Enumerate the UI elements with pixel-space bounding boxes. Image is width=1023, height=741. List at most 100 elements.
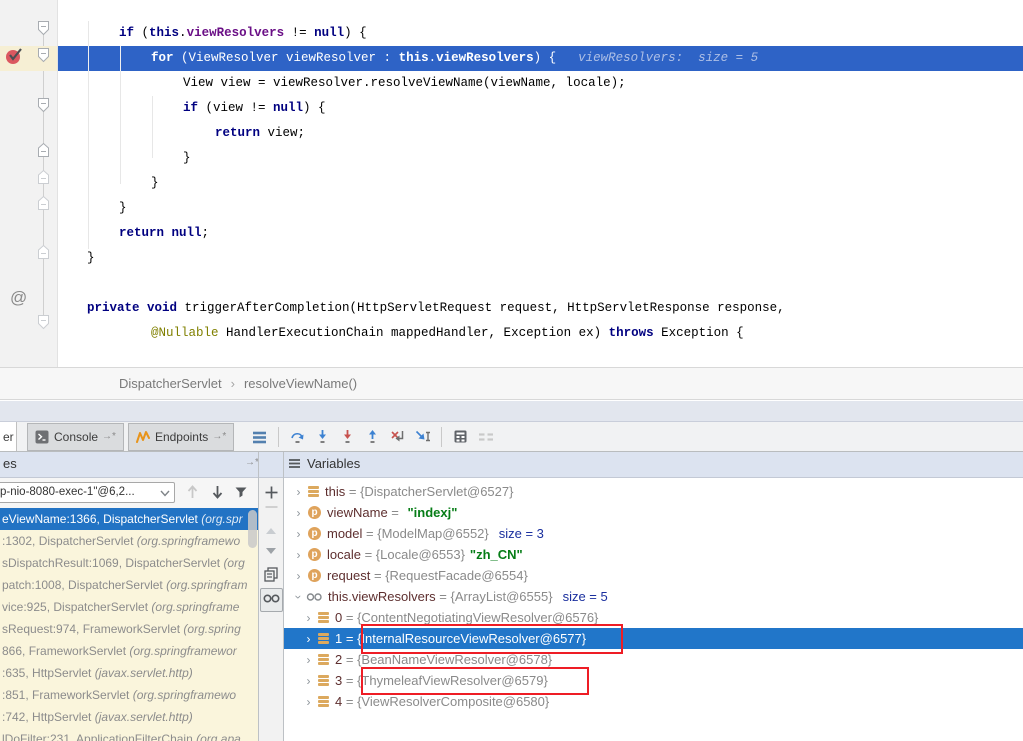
breadcrumb: DispatcherServlet › resolveViewName() — [0, 367, 1023, 400]
toolbar-separator — [278, 427, 279, 447]
run-to-cursor-icon[interactable] — [410, 426, 435, 448]
parameter-icon: p — [308, 548, 321, 561]
force-step-into-icon[interactable] — [335, 426, 360, 448]
stack-frame-row[interactable]: 866, FrameworkServlet (org.springframewo… — [0, 640, 258, 662]
variable-row[interactable]: ›4 = {ViewResolverComposite@6580} — [284, 691, 1023, 712]
chevron-collapsed-icon[interactable]: › — [292, 485, 305, 499]
chevron-collapsed-icon[interactable]: › — [292, 506, 305, 520]
code-line[interactable]: } — [0, 246, 1023, 271]
variable-row[interactable]: ›0 = {ContentNegotiatingViewResolver@657… — [284, 607, 1023, 628]
code-line[interactable] — [0, 271, 1023, 296]
duplicate-icon[interactable] — [259, 566, 283, 582]
variable-value: {InternalResourceViewResolver@6577} — [357, 631, 586, 646]
variable-row[interactable]: ›prequest = {RequestFacade@6554} — [284, 565, 1023, 586]
value-icon — [318, 674, 329, 688]
debug-panels: p-nio-8080-exec-1"@6,2... eViewNam — [0, 478, 1023, 741]
code-line[interactable]: return view; — [0, 121, 1023, 146]
variable-value: {RequestFacade@6554} — [385, 568, 528, 583]
chevron-collapsed-icon[interactable]: › — [302, 632, 315, 646]
watch-icon — [306, 591, 324, 603]
variable-row[interactable]: ›plocale = {Locale@6553}"zh_CN" — [284, 544, 1023, 565]
intellij-debugger-window: @ if (this.viewResolvers != null) {for (… — [0, 0, 1023, 741]
breadcrumb-method[interactable]: resolveViewName() — [244, 376, 357, 391]
code-line[interactable]: @Nullable HandlerExecutionChain mappedHa… — [0, 321, 1023, 346]
panel-divider[interactable] — [283, 452, 284, 741]
step-out-icon[interactable] — [360, 426, 385, 448]
show-watches-icon[interactable] — [259, 588, 283, 612]
threads-view-icon[interactable] — [247, 426, 272, 448]
variable-name: model — [327, 526, 362, 541]
toolbar-separator — [441, 427, 442, 447]
code-editor[interactable]: @ if (this.viewResolvers != null) {for (… — [0, 0, 1023, 367]
variables-panel-header: Variables — [288, 456, 360, 471]
code-line[interactable]: private void triggerAfterCompletion(Http… — [0, 296, 1023, 321]
code-line[interactable]: if (view != null) { — [0, 96, 1023, 121]
thread-selector[interactable]: p-nio-8080-exec-1"@6,2... — [0, 482, 175, 503]
variable-row[interactable]: ›3 = {ThymeleafViewResolver@6579} — [284, 670, 1023, 691]
tab-console[interactable]: Console →* — [27, 423, 124, 451]
stack-frame-row[interactable]: vice:925, DispatcherServlet (org.springf… — [0, 596, 258, 618]
variable-row[interactable]: ›pmodel = {ModelMap@6552}size = 3 — [284, 523, 1023, 544]
variable-name: 4 — [335, 694, 342, 709]
add-watch-icon[interactable] — [259, 485, 283, 500]
step-into-icon[interactable] — [310, 426, 335, 448]
step-over-icon[interactable] — [285, 426, 310, 448]
chevron-collapsed-icon[interactable]: › — [302, 695, 315, 709]
chevron-expanded-icon[interactable]: › — [292, 590, 306, 603]
code-line[interactable]: if (this.viewResolvers != null) { — [0, 21, 1023, 46]
variable-row[interactable]: ›1 = {InternalResourceViewResolver@6577} — [284, 628, 1023, 649]
breadcrumb-class[interactable]: DispatcherServlet — [119, 376, 222, 391]
chevron-collapsed-icon[interactable]: › — [292, 527, 305, 541]
evaluate-expression-icon[interactable] — [448, 426, 473, 448]
code-line[interactable]: } — [0, 196, 1023, 221]
stack-frame-row[interactable]: patch:1008, DispatcherServlet (org.sprin… — [0, 574, 258, 596]
menu-icon[interactable] — [288, 458, 301, 469]
variable-row[interactable]: ›this.viewResolvers = {ArrayList@6555}si… — [284, 586, 1023, 607]
tab-debugger-partial[interactable]: er — [0, 422, 17, 451]
stack-frame-row[interactable]: :635, HttpServlet (javax.servlet.http) — [0, 662, 258, 684]
variable-string-value: "zh_CN" — [470, 547, 523, 562]
value-icon — [318, 653, 329, 667]
variable-row[interactable]: ›2 = {BeanNameViewResolver@6578} — [284, 649, 1023, 670]
code-line[interactable]: for (ViewResolver viewResolver : this.vi… — [0, 46, 1023, 71]
code-line[interactable]: View view = viewResolver.resolveViewName… — [0, 71, 1023, 96]
remove-watch-icon[interactable] — [259, 505, 283, 509]
panel-headers: es →* Variables — [0, 452, 1023, 478]
up-arrow-icon[interactable] — [182, 482, 202, 502]
variable-value: {BeanNameViewResolver@6578} — [357, 652, 552, 667]
stack-frame-row[interactable]: :1302, DispatcherServlet (org.springfram… — [0, 530, 258, 552]
variable-value: {ArrayList@6555} — [450, 589, 552, 604]
move-down-icon[interactable] — [259, 548, 283, 554]
variable-value: {ModelMap@6552} — [377, 526, 489, 541]
chevron-collapsed-icon[interactable]: › — [292, 548, 305, 562]
panel-divider[interactable] — [258, 452, 259, 741]
stack-frame-row[interactable]: lDoFilter:231, ApplicationFilterChain (o… — [0, 728, 258, 741]
down-arrow-icon[interactable] — [207, 482, 227, 502]
tab-endpoints[interactable]: Endpoints →* — [128, 423, 234, 451]
variable-row[interactable]: ›this = {DispatcherServlet@6527} — [284, 481, 1023, 502]
variables-panel: ›this = {DispatcherServlet@6527}›pviewNa… — [284, 478, 1023, 741]
chevron-collapsed-icon[interactable]: › — [292, 569, 305, 583]
variable-row[interactable]: ›pviewName = "indexj" — [284, 502, 1023, 523]
chevron-collapsed-icon[interactable]: › — [302, 674, 315, 688]
chevron-collapsed-icon[interactable]: › — [302, 653, 315, 667]
value-icon — [308, 485, 319, 499]
code-line[interactable]: } — [0, 146, 1023, 171]
variable-name: 0 — [335, 610, 342, 625]
stack-frame-row[interactable]: :851, FrameworkServlet (org.springframew… — [0, 684, 258, 706]
filter-icon[interactable] — [231, 482, 251, 502]
move-up-icon[interactable] — [259, 528, 283, 534]
chevron-collapsed-icon[interactable]: › — [302, 611, 315, 625]
stack-frame-row[interactable]: sRequest:974, FrameworkServlet (org.spri… — [0, 618, 258, 640]
stack-frame-row[interactable]: eViewName:1366, DispatcherServlet (org.s… — [0, 508, 258, 530]
frames-scrollbar-thumb[interactable] — [248, 510, 257, 548]
value-icon — [318, 632, 329, 646]
drop-frame-icon[interactable] — [385, 426, 410, 448]
variable-name: viewName — [327, 505, 388, 520]
layout-settings-icon[interactable] — [473, 426, 498, 448]
stack-frame-row[interactable]: sDispatchResult:1069, DispatcherServlet … — [0, 552, 258, 574]
code-line[interactable]: return null; — [0, 221, 1023, 246]
code-line[interactable]: } — [0, 171, 1023, 196]
variable-name: 1 — [335, 631, 342, 646]
stack-frame-row[interactable]: :742, HttpServlet (javax.servlet.http) — [0, 706, 258, 728]
